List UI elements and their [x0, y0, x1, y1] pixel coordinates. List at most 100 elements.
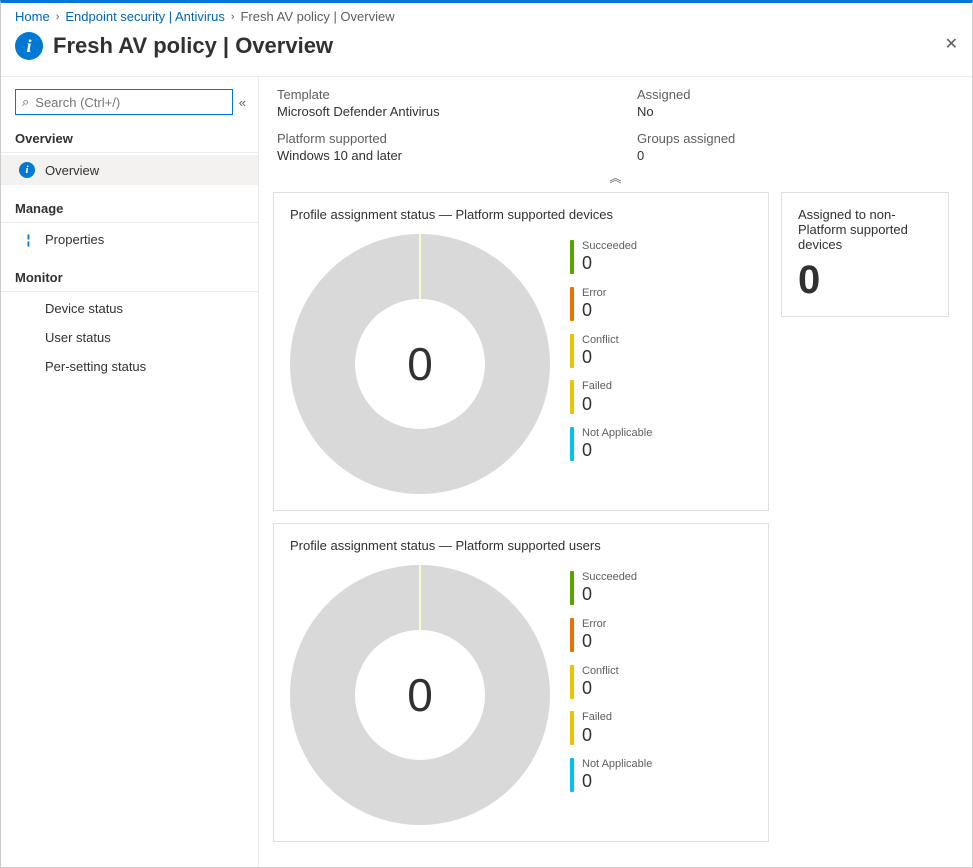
legend-color-icon: [570, 240, 574, 274]
essential-assigned: Assigned No: [637, 87, 954, 119]
legend-value: 0: [582, 725, 612, 747]
sidebar-item-overview[interactable]: i Overview: [1, 155, 258, 185]
donut-total: 0: [355, 630, 485, 760]
legend-color-icon: [570, 571, 574, 605]
donut-wrap: 0 Succeeded 0: [290, 234, 752, 494]
essential-label: Assigned: [637, 87, 954, 102]
legend-color-icon: [570, 427, 574, 461]
breadcrumb-current: Fresh AV policy | Overview: [240, 9, 394, 24]
legend-value: 0: [582, 347, 619, 369]
essential-template: Template Microsoft Defender Antivirus: [277, 87, 637, 119]
card-title: Assigned to non-Platform supported devic…: [798, 207, 932, 252]
sidebar: ⌕ « Overview i Overview Manage ¦¦¦ Prope…: [1, 77, 259, 867]
legend-label: Error: [582, 618, 606, 631]
legend-label: Not Applicable: [582, 427, 652, 440]
card-non-platform-devices[interactable]: Assigned to non-Platform supported devic…: [781, 192, 949, 317]
legend-color-icon: [570, 665, 574, 699]
legend-color-icon: [570, 711, 574, 745]
essential-platform: Platform supported Windows 10 and later: [277, 131, 637, 163]
essential-value: Windows 10 and later: [277, 148, 637, 163]
legend-label: Failed: [582, 380, 612, 393]
close-icon[interactable]: ✕: [945, 34, 958, 54]
sidebar-item-label: Properties: [45, 232, 104, 247]
essentials: Template Microsoft Defender Antivirus As…: [273, 87, 958, 167]
search-wrap: ⌕ «: [1, 89, 258, 125]
essential-groups: Groups assigned 0: [637, 131, 954, 163]
sidebar-item-user-status[interactable]: User status: [1, 323, 258, 352]
sidebar-item-device-status[interactable]: Device status: [1, 294, 258, 323]
breadcrumb: Home › Endpoint security | Antivirus › F…: [1, 3, 972, 28]
sliders-icon: ¦¦¦: [19, 232, 35, 247]
legend-label: Succeeded: [582, 571, 637, 584]
legend-color-icon: [570, 334, 574, 368]
legend-item-error: Error 0: [570, 618, 652, 653]
essential-value: No: [637, 104, 954, 119]
legend-item-succeeded: Succeeded 0: [570, 571, 652, 606]
donut-wrap: 0 Succeeded 0: [290, 565, 752, 825]
legend-label: Conflict: [582, 665, 619, 678]
card-title: Profile assignment status — Platform sup…: [290, 538, 752, 553]
chevron-right-icon: ›: [56, 11, 60, 23]
card-profile-devices[interactable]: Profile assignment status — Platform sup…: [273, 192, 769, 511]
card-value: 0: [798, 260, 932, 300]
legend-color-icon: [570, 618, 574, 652]
legend-value: 0: [582, 584, 637, 606]
legend-item-error: Error 0: [570, 287, 652, 322]
card-profile-users[interactable]: Profile assignment status — Platform sup…: [273, 523, 769, 842]
legend-color-icon: [570, 758, 574, 792]
page-header: i Fresh AV policy | Overview ✕: [1, 28, 972, 76]
legend-color-icon: [570, 287, 574, 321]
search-icon: ⌕: [22, 94, 29, 110]
legend-value: 0: [582, 771, 652, 793]
donut-chart: 0: [290, 565, 550, 825]
legend-item-succeeded: Succeeded 0: [570, 240, 652, 275]
legend-value: 0: [582, 631, 606, 653]
breadcrumb-home[interactable]: Home: [15, 9, 50, 24]
collapse-essentials-icon[interactable]: ︽: [273, 167, 958, 192]
sidebar-item-label: Overview: [45, 163, 99, 178]
legend-color-icon: [570, 380, 574, 414]
info-icon: i: [19, 162, 35, 178]
legend-label: Conflict: [582, 334, 619, 347]
sidebar-item-per-setting-status[interactable]: Per-setting status: [1, 352, 258, 381]
essential-label: Template: [277, 87, 637, 102]
legend-item-conflict: Conflict 0: [570, 334, 652, 369]
info-icon: i: [15, 32, 43, 60]
collapse-sidebar-icon[interactable]: «: [239, 95, 246, 110]
legend-item-not-applicable: Not Applicable 0: [570, 758, 652, 793]
legend-label: Error: [582, 287, 606, 300]
legend-item-conflict: Conflict 0: [570, 665, 652, 700]
legend: Succeeded 0 Error 0: [570, 234, 652, 462]
legend-item-failed: Failed 0: [570, 380, 652, 415]
chevron-right-icon: ›: [231, 11, 235, 23]
legend-value: 0: [582, 253, 637, 275]
app-window: Home › Endpoint security | Antivirus › F…: [0, 0, 973, 868]
legend: Succeeded 0 Error 0: [570, 565, 652, 793]
essential-value: Microsoft Defender Antivirus: [277, 104, 637, 119]
donut-chart: 0: [290, 234, 550, 494]
card-stack: Profile assignment status — Platform sup…: [273, 192, 769, 842]
sidebar-item-label: Per-setting status: [45, 359, 146, 374]
sidebar-section-monitor: Monitor: [1, 264, 258, 292]
search-input[interactable]: [33, 94, 225, 111]
main: Template Microsoft Defender Antivirus As…: [259, 77, 972, 867]
donut-total: 0: [355, 299, 485, 429]
legend-item-not-applicable: Not Applicable 0: [570, 427, 652, 462]
card-title: Profile assignment status — Platform sup…: [290, 207, 752, 222]
essential-label: Groups assigned: [637, 131, 954, 146]
page-title: Fresh AV policy | Overview: [53, 33, 333, 59]
essential-label: Platform supported: [277, 131, 637, 146]
sidebar-item-label: Device status: [45, 301, 123, 316]
breadcrumb-endpoint-security[interactable]: Endpoint security | Antivirus: [65, 9, 224, 24]
legend-value: 0: [582, 394, 612, 416]
search-input-wrap[interactable]: ⌕: [15, 89, 233, 115]
legend-label: Succeeded: [582, 240, 637, 253]
sidebar-item-properties[interactable]: ¦¦¦ Properties: [1, 225, 258, 254]
legend-value: 0: [582, 300, 606, 322]
legend-value: 0: [582, 440, 652, 462]
sidebar-section-manage: Manage: [1, 195, 258, 223]
legend-item-failed: Failed 0: [570, 711, 652, 746]
body: ⌕ « Overview i Overview Manage ¦¦¦ Prope…: [1, 76, 972, 867]
essential-value: 0: [637, 148, 954, 163]
legend-value: 0: [582, 678, 619, 700]
